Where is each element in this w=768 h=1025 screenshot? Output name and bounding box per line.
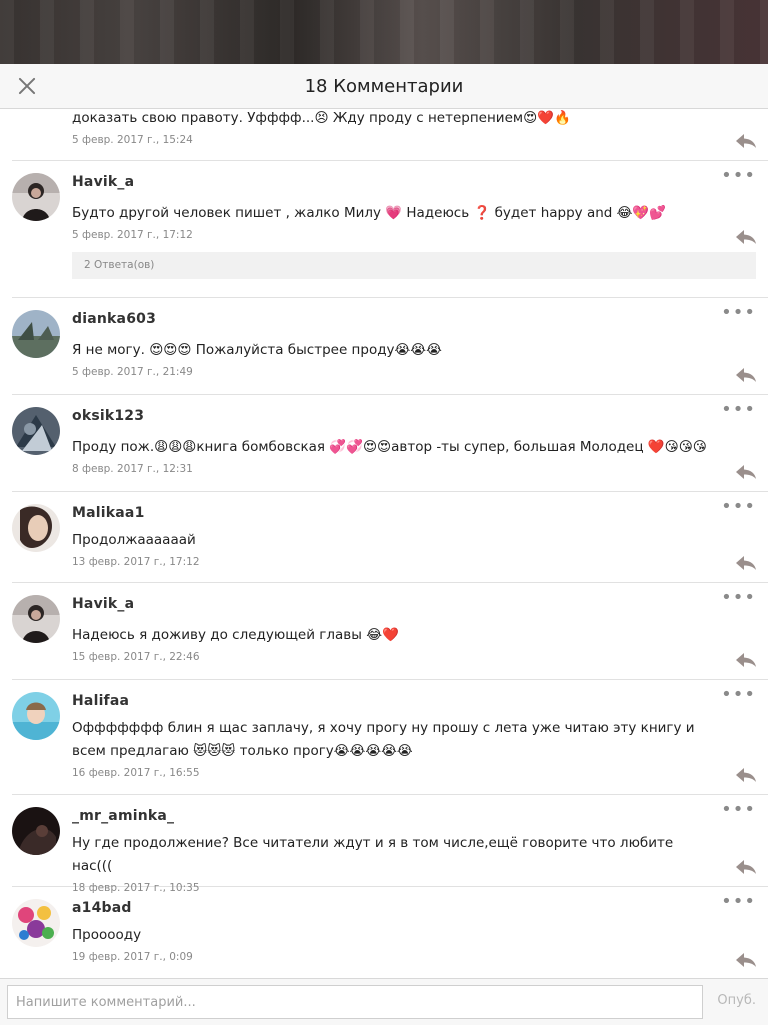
more-dots-icon[interactable]: ••• xyxy=(721,893,756,911)
comment-item: доказать свою правоту. Уфффф...😣 Жду про… xyxy=(12,109,768,161)
reply-arrow-icon[interactable] xyxy=(734,766,758,784)
comment-username[interactable]: dianka603 xyxy=(72,298,716,333)
comment-text: Прооооду xyxy=(72,927,142,943)
more-dots-icon[interactable]: ••• xyxy=(721,304,756,322)
reply-arrow-icon[interactable] xyxy=(734,554,758,572)
comment-composer: Опуб. xyxy=(0,978,768,1025)
more-dots-icon[interactable]: ••• xyxy=(721,686,756,704)
comment-date: 5 февр. 2017 г., 17:12 xyxy=(72,229,193,241)
show-replies-button[interactable]: 2 Ответа(ов) xyxy=(72,252,756,279)
comment-date: 8 февр. 2017 г., 12:31 xyxy=(72,463,193,475)
comment-text: Проду пож.😩😩😩книга бомбовская 💞💞😍😍автор … xyxy=(72,439,707,455)
user-avatar[interactable] xyxy=(12,807,60,855)
more-dots-icon[interactable]: ••• xyxy=(721,401,756,419)
reply-arrow-icon[interactable] xyxy=(734,228,758,246)
comments-header: 18 Комментарии xyxy=(0,64,768,109)
comment-item: Malikaa1 ••• Продолжаааааай 13 февр. 201… xyxy=(12,492,768,583)
comment-text: Оффффффф блин я щас заплачу, я хочу прог… xyxy=(72,720,695,759)
comment-item: _mr_aminka_ ••• Ну где продолжение? Все … xyxy=(12,795,768,894)
comment-username[interactable]: Malikaa1 xyxy=(72,492,716,527)
more-dots-icon[interactable]: ••• xyxy=(721,589,756,607)
user-avatar[interactable] xyxy=(12,407,60,455)
comment-username[interactable]: Havik_a xyxy=(72,583,716,618)
user-avatar[interactable] xyxy=(12,692,60,740)
publish-button[interactable]: Опуб. xyxy=(717,993,756,1008)
comment-date: 15 февр. 2017 г., 22:46 xyxy=(72,651,200,663)
comment-input[interactable] xyxy=(7,985,703,1019)
user-avatar[interactable] xyxy=(12,310,60,358)
comment-date: 13 февр. 2017 г., 17:12 xyxy=(72,556,200,568)
reply-arrow-icon[interactable] xyxy=(734,463,758,481)
comment-username[interactable]: Halifaa xyxy=(72,680,716,715)
comment-item: Havik_a ••• Будто другой человек пишет ,… xyxy=(12,161,768,298)
comment-username[interactable]: a14bad xyxy=(72,887,716,922)
more-dots-icon[interactable]: ••• xyxy=(721,167,756,185)
more-dots-icon[interactable]: ••• xyxy=(721,801,756,819)
comment-date: 5 февр. 2017 г., 21:49 xyxy=(72,366,193,378)
reply-arrow-icon[interactable] xyxy=(734,858,758,876)
comments-list[interactable]: доказать свою правоту. Уфффф...😣 Жду про… xyxy=(0,109,768,977)
reply-arrow-icon[interactable] xyxy=(734,951,758,969)
comment-date: 16 февр. 2017 г., 16:55 xyxy=(72,767,200,779)
user-avatar[interactable] xyxy=(12,595,60,643)
comment-item: dianka603 ••• Я не могу. 😍😍😍 Пожалуйста … xyxy=(12,298,768,395)
close-icon[interactable] xyxy=(16,75,38,97)
user-avatar[interactable] xyxy=(12,899,60,947)
reply-arrow-icon[interactable] xyxy=(734,132,758,150)
comment-text: Я не могу. 😍😍😍 Пожалуйста быстрее проду😭… xyxy=(72,342,442,358)
comments-panel: 18 Комментарии доказать свою правоту. Уф… xyxy=(0,64,768,1025)
comment-date: 19 февр. 2017 г., 0:09 xyxy=(72,951,193,963)
comment-text: доказать свою правоту. Уфффф...😣 Жду про… xyxy=(72,110,571,126)
comment-username[interactable]: Havik_a xyxy=(72,161,716,196)
comment-item: oksik123 ••• Проду пож.😩😩😩книга бомбовск… xyxy=(12,395,768,492)
comment-item: Havik_a ••• Надеюсь я доживу до следующе… xyxy=(12,583,768,680)
user-avatar[interactable] xyxy=(12,173,60,221)
comment-item: a14bad ••• Прооооду 19 февр. 2017 г., 0:… xyxy=(12,887,768,977)
comment-item: Halifaa ••• Оффффффф блин я щас заплачу,… xyxy=(12,680,768,795)
comment-text: Будто другой человек пишет , жалко Милу … xyxy=(72,205,667,221)
comment-text: Надеюсь я доживу до следующей главы 😂❤️ xyxy=(72,627,399,643)
comment-date: 5 февр. 2017 г., 15:24 xyxy=(72,134,193,146)
more-dots-icon[interactable]: ••• xyxy=(721,498,756,516)
comment-text: Продолжаааааай xyxy=(72,532,196,548)
comment-username[interactable]: _mr_aminka_ xyxy=(72,795,716,830)
comments-title: 18 Комментарии xyxy=(304,75,464,97)
comment-text: Ну где продолжение? Все читатели ждут и … xyxy=(72,835,674,874)
user-avatar[interactable] xyxy=(12,504,60,552)
comment-username[interactable]: oksik123 xyxy=(72,395,716,430)
reply-arrow-icon[interactable] xyxy=(734,651,758,669)
reply-arrow-icon[interactable] xyxy=(734,366,758,384)
